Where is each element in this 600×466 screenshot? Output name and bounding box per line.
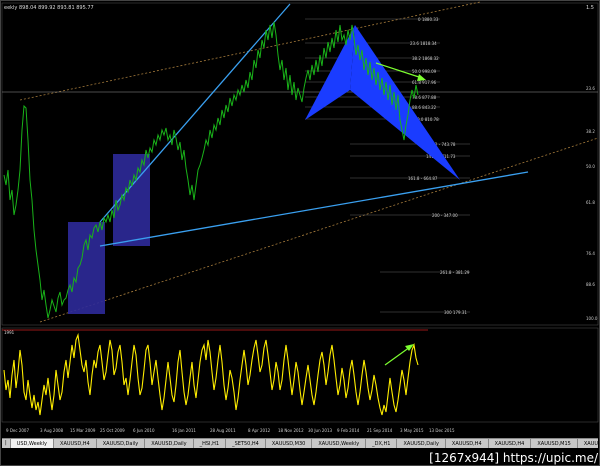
fib-label-13: 300 179.31 <box>444 310 467 315</box>
right-level-0: 23.6 <box>586 86 595 91</box>
x-label-2: 15 Mar 2009 <box>70 428 96 433</box>
tab-8[interactable]: _DX,H1 <box>366 439 398 448</box>
chart-tab-bar: | USD,Weekly XAUUSD,H4 XAUUSD,Daily XAUU… <box>2 438 598 448</box>
chart-header: eekly 898.04 899.92 893.81 895.77 <box>4 5 94 11</box>
fib-label-5: 78.6 877.88 <box>412 95 437 100</box>
x-label-8: 18 Nov 2012 <box>278 428 304 433</box>
x-label-7: 8 Apr 2012 <box>248 428 271 433</box>
x-label-11: 21 Sep 2014 <box>367 428 393 433</box>
tab-12[interactable]: XAUUSD,M15 <box>531 439 578 448</box>
chart-header-right: 1.5 <box>586 5 594 11</box>
tab-0[interactable]: USD,Weekly <box>10 439 55 448</box>
fib-label-4: 61.8 917.96 <box>412 80 437 85</box>
tab-3[interactable]: XAUUSD,Daily <box>145 439 194 448</box>
zone-box-lower <box>68 222 105 314</box>
x-label-3: 25 Oct 2009 <box>100 428 125 433</box>
x-label-5: 16 Jan 2011 <box>172 428 196 433</box>
fib-label-10: 161.8 - 664.87 <box>408 176 438 181</box>
x-label-1: 3 Aug 2008 <box>40 428 64 433</box>
fib-label-1: 23.6 1818.34 <box>410 41 437 46</box>
fib-label-0: 0 1880.33 <box>418 17 439 22</box>
x-label-9: 30 Jun 2013 <box>308 428 333 433</box>
tab-7[interactable]: XAUUSD,Weekly <box>312 439 367 448</box>
x-label-0: 9 Dec 2007 <box>6 428 29 433</box>
right-level-6: 100.0 <box>586 316 598 321</box>
tab-11[interactable]: XAUUSD,H4 <box>489 439 532 448</box>
tab-5[interactable]: _SET50,H4 <box>226 439 266 448</box>
x-label-12: 3 May 2015 <box>400 428 424 433</box>
right-level-1: 38.2 <box>586 129 595 134</box>
tab-1[interactable]: XAUUSD,H4 <box>54 439 97 448</box>
image-watermark: [1267x944] https://upic.me/ <box>429 451 598 465</box>
chart-canvas: eekly 898.04 899.92 893.81 895.77 1.5 0 … <box>0 0 600 466</box>
right-level-3: 61.8 <box>586 200 595 205</box>
right-level-2: 50.0 <box>586 164 595 169</box>
right-level-5: 88.6 <box>586 282 595 287</box>
x-label-10: 9 Feb 2014 <box>337 428 360 433</box>
fib-label-2: 38.2 1868.32 <box>412 56 439 61</box>
right-level-4: 76.4 <box>586 251 595 256</box>
fib-label-6: 88.6 843.22 <box>412 105 437 110</box>
x-label-4: 6 Jun 2010 <box>133 428 155 433</box>
fib-label-12: 261.8 - 381.29 <box>440 270 470 275</box>
fib-label-11: 200 - 347.00 <box>432 213 458 218</box>
x-label-13: 13 Dec 2015 <box>429 428 455 433</box>
tab-2[interactable]: XAUUSD,Daily <box>97 439 146 448</box>
tab-scroll-left-icon[interactable]: | <box>2 439 11 448</box>
tab-10[interactable]: XAUUSD,H4 <box>446 439 489 448</box>
x-label-6: 28 Aug 2011 <box>210 428 236 433</box>
fib-label-3: 50.0 998.09 <box>412 69 437 74</box>
tab-4[interactable]: _HSI,H1 <box>194 439 227 448</box>
tab-6[interactable]: XAUUSD,M30 <box>266 439 313 448</box>
tab-9[interactable]: XAUUSD,Daily <box>397 439 446 448</box>
tab-13[interactable]: XAUUSD,M15 <box>578 439 598 448</box>
oscillator-label: 1991 <box>4 330 15 335</box>
